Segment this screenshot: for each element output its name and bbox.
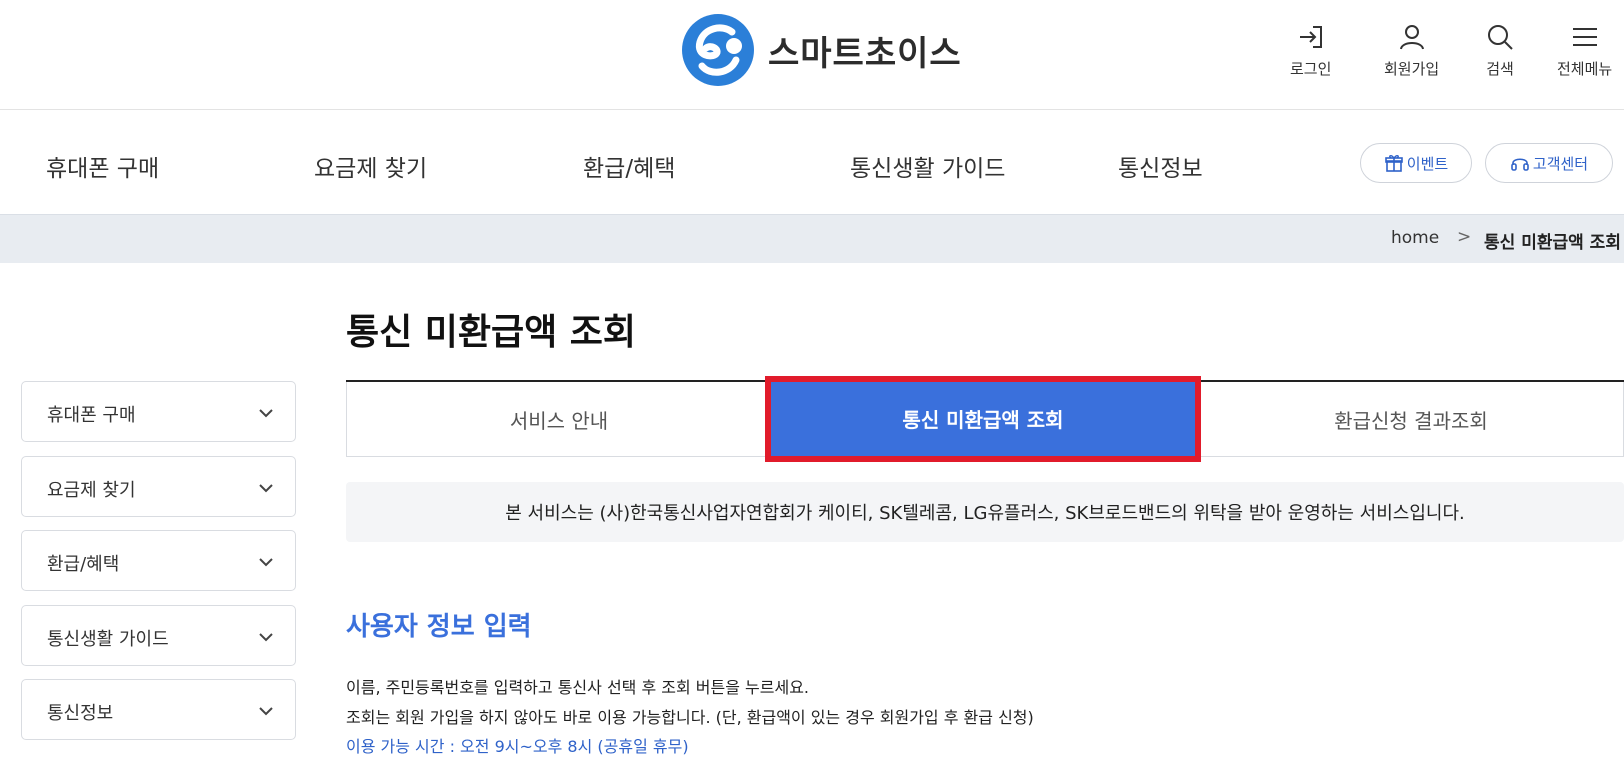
search-button[interactable]: 검색: [1485, 22, 1515, 79]
site-logo[interactable]: 스마트초이스: [682, 14, 962, 86]
chevron-down-icon: [259, 484, 273, 493]
side-menu-item-refund[interactable]: 환급/혜택: [21, 530, 296, 591]
side-menu-label: 요금제 찾기: [47, 480, 136, 501]
hours-note: 이용 가능 시간 : 오전 9시~오후 8시 (공휴일 휴무): [346, 737, 689, 756]
membership-note: 조회는 회원 가입을 하지 않아도 바로 이용 가능합니다. (단, 환급액이 …: [346, 708, 1034, 727]
section-title: 사용자 정보 입력: [346, 612, 532, 642]
side-menu-item-plan[interactable]: 요금제 찾기: [21, 456, 296, 517]
support-label: 고객센터: [1532, 154, 1589, 173]
tab-refund-result[interactable]: 환급신청 결과조회: [1198, 382, 1624, 457]
search-label: 검색: [1486, 60, 1514, 78]
side-menu-item-info[interactable]: 통신정보: [21, 679, 296, 740]
user-icon: [1399, 25, 1424, 50]
gift-icon: [1384, 155, 1403, 172]
top-header: 스마트초이스 로그인 회원가입 검색 전체메뉴: [0, 0, 1624, 110]
gnb-item-info[interactable]: 통신정보: [1118, 149, 1203, 183]
chevron-down-icon: [259, 707, 273, 716]
chevron-down-icon: [259, 633, 273, 642]
side-menu-label: 환급/혜택: [47, 554, 120, 575]
gnb-item-guide[interactable]: 통신생활 가이드: [850, 149, 1005, 183]
login-button[interactable]: 로그인: [1290, 22, 1331, 79]
tab-service-info[interactable]: 서비스 안내: [346, 382, 772, 457]
gnb-item-plan[interactable]: 요금제 찾기: [314, 149, 427, 183]
side-menu-item-phone[interactable]: 휴대폰 구매: [21, 381, 296, 442]
event-label: 이벤트: [1406, 154, 1449, 173]
menu-icon: [1572, 28, 1597, 46]
all-menu-label: 전체메뉴: [1557, 60, 1613, 78]
tab-refund-lookup[interactable]: 통신 미환급액 조회: [765, 376, 1201, 462]
logo-text: 스마트초이스: [768, 33, 962, 74]
instruction-text: 이름, 주민등록번호를 입력하고 통신사 선택 후 조회 버튼을 누르세요.: [346, 678, 810, 697]
service-notice: 본 서비스는 (사)한국통신사업자연합회가 케이티, SK텔레콤, LG유플러스…: [346, 482, 1624, 542]
search-icon: [1488, 25, 1513, 50]
logo-mark-icon: [682, 14, 754, 86]
support-button[interactable]: 고객센터: [1485, 143, 1613, 183]
gnb-item-phone[interactable]: 휴대폰 구매: [46, 149, 159, 183]
all-menu-button[interactable]: 전체메뉴: [1557, 22, 1612, 79]
side-menu-label: 휴대폰 구매: [47, 405, 136, 426]
tab-bar: 서비스 안내 통신 미환급액 조회 환급신청 결과조회: [346, 376, 1624, 462]
event-button[interactable]: 이벤트: [1360, 143, 1472, 183]
chevron-down-icon: [259, 409, 273, 418]
signup-button[interactable]: 회원가입: [1384, 22, 1439, 79]
side-menu-label: 통신생활 가이드: [47, 629, 169, 650]
page-title: 통신 미환급액 조회: [346, 312, 637, 353]
global-nav: 휴대폰 구매 요금제 찾기 환급/혜택 통신생활 가이드 통신정보 이벤트 고객…: [0, 111, 1624, 214]
chevron-down-icon: [259, 558, 273, 567]
gnb-item-refund[interactable]: 환급/혜택: [583, 149, 675, 183]
signup-label: 회원가입: [1384, 60, 1440, 78]
headset-icon: [1511, 158, 1529, 171]
login-label: 로그인: [1290, 60, 1332, 78]
login-icon: [1299, 26, 1322, 48]
side-menu-label: 통신정보: [47, 703, 114, 724]
breadcrumb-home[interactable]: home: [1391, 228, 1439, 248]
breadcrumb-separator: >: [1457, 227, 1472, 247]
breadcrumb-current: 통신 미환급액 조회: [1484, 233, 1621, 253]
side-menu-item-guide[interactable]: 통신생활 가이드: [21, 605, 296, 666]
breadcrumb: home > 통신 미환급액 조회: [0, 214, 1624, 263]
